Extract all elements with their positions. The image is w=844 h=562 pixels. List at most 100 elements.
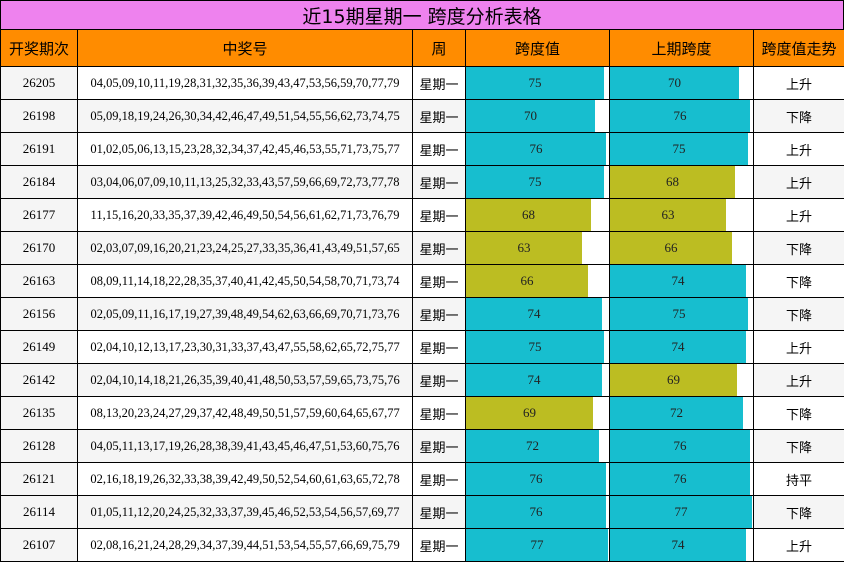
period-cell: 26128 [0,429,78,463]
prev-span-cell: 76 [609,462,754,496]
span-cell: 74 [465,363,610,397]
winning-numbers-cell: 02,08,16,21,24,28,29,34,37,39,44,51,53,5… [77,528,413,562]
table-row: 26163 08,09,11,14,18,22,28,35,37,40,41,42… [0,264,844,298]
table-row: 26121 02,16,18,19,26,32,33,38,39,42,49,50… [0,462,844,496]
prev-span-cell-value: 76 [673,438,687,453]
prev-span-cell-value: 75 [672,306,686,321]
prev-span-cell: 77 [609,495,754,529]
trend-cell: 上升 [753,528,844,562]
winning-numbers-cell: 02,16,18,19,26,32,33,38,39,42,49,50,52,5… [77,462,413,496]
winning-numbers-cell: 04,05,09,10,11,19,28,31,32,35,36,39,43,4… [77,66,413,100]
prev-span-cell: 70 [609,66,754,100]
trend-cell: 持平 [753,462,844,496]
weekday-cell: 星期一 [412,66,466,100]
header-period: 开奖期次 [0,29,78,67]
prev-span-cell: 75 [609,297,754,331]
weekday-cell: 星期一 [412,528,466,562]
prev-span-cell-value: 68 [666,174,679,189]
winning-numbers-cell: 02,04,10,14,18,21,26,35,39,40,41,48,50,5… [77,363,413,397]
span-cell-value: 70 [524,108,537,123]
winning-numbers-cell: 08,13,20,23,24,27,29,37,42,48,49,50,51,5… [77,396,413,430]
trend-cell: 下降 [753,429,844,463]
weekday-cell: 星期一 [412,330,466,364]
prev-span-cell-value: 75 [672,141,686,156]
table-row: 26191 01,02,05,06,13,15,23,28,32,34,37,42… [0,132,844,166]
span-cell-value: 72 [526,438,539,453]
span-analysis-page: 近15期星期一 跨度分析表格 开奖期次 中奖号 周 跨度值 上期跨度 跨度值走势… [0,0,844,562]
prev-span-cell-value: 77 [674,504,688,519]
table-row: 26107 02,08,16,21,24,28,29,34,37,39,44,51… [0,528,844,562]
weekday-cell: 星期一 [412,396,466,430]
trend-cell: 上升 [753,198,844,232]
period-cell: 26184 [0,165,78,199]
span-cell-value: 77 [530,537,544,552]
table-row: 26114 01,05,11,12,20,24,25,32,33,37,39,45… [0,495,844,529]
span-cell-value: 75 [528,75,542,90]
span-cell: 75 [465,66,610,100]
trend-cell: 上升 [753,66,844,100]
period-cell: 26107 [0,528,78,562]
trend-cell: 上升 [753,330,844,364]
prev-span-cell: 76 [609,99,754,133]
trend-cell: 下降 [753,495,844,529]
span-cell-value: 76 [529,141,543,156]
prev-span-cell: 76 [609,429,754,463]
winning-numbers-cell: 01,02,05,06,13,15,23,28,32,34,37,42,45,4… [77,132,413,166]
weekday-cell: 星期一 [412,495,466,529]
prev-span-cell-value: 74 [671,339,685,354]
header-week: 周 [412,29,466,67]
prev-span-cell-value: 76 [673,471,687,486]
table-row: 26149 02,04,10,12,13,17,23,30,31,33,37,43… [0,330,844,364]
span-cell: 77 [465,528,610,562]
winning-numbers-cell: 03,04,06,07,09,10,11,13,25,32,33,43,57,5… [77,165,413,199]
table-row: 26198 05,09,18,19,24,26,30,34,42,46,47,49… [0,99,844,133]
trend-cell: 下降 [753,396,844,430]
table-row: 26170 02,03,07,09,16,20,21,23,24,25,27,33… [0,231,844,265]
weekday-cell: 星期一 [412,231,466,265]
header-trend: 跨度值走势 [753,29,844,67]
period-cell: 26191 [0,132,78,166]
header-row: 开奖期次 中奖号 周 跨度值 上期跨度 跨度值走势 [0,29,844,67]
weekday-cell: 星期一 [412,165,466,199]
winning-numbers-cell: 02,04,10,12,13,17,23,30,31,33,37,43,47,5… [77,330,413,364]
weekday-cell: 星期一 [412,297,466,331]
weekday-cell: 星期一 [412,198,466,232]
prev-span-cell: 63 [609,198,754,232]
winning-numbers-cell: 02,03,07,09,16,20,21,23,24,25,27,33,35,3… [77,231,413,265]
prev-span-cell: 74 [609,330,754,364]
prev-span-cell-value: 74 [671,537,685,552]
table-row: 26142 02,04,10,14,18,21,26,35,39,40,41,48… [0,363,844,397]
span-cell-value: 76 [529,504,543,519]
span-cell-value: 66 [520,273,534,288]
span-cell: 76 [465,462,610,496]
weekday-cell: 星期一 [412,462,466,496]
prev-span-cell: 66 [609,231,754,265]
winning-numbers-cell: 04,05,11,13,17,19,26,28,38,39,41,43,45,4… [77,429,413,463]
span-cell: 70 [465,99,610,133]
table-row: 26205 04,05,09,10,11,19,28,31,32,35,36,39… [0,66,844,100]
span-cell: 63 [465,231,610,265]
trend-cell: 上升 [753,363,844,397]
trend-cell: 下降 [753,99,844,133]
span-cell: 75 [465,330,610,364]
trend-cell: 上升 [753,165,844,199]
period-cell: 26135 [0,396,78,430]
table-row: 26177 11,15,16,20,33,35,37,39,42,46,49,50… [0,198,844,232]
winning-numbers-cell: 01,05,11,12,20,24,25,32,33,37,39,45,46,5… [77,495,413,529]
winning-numbers-cell: 11,15,16,20,33,35,37,39,42,46,49,50,54,5… [77,198,413,232]
trend-cell: 上升 [753,132,844,166]
period-cell: 26142 [0,363,78,397]
span-cell-value: 69 [523,405,536,420]
period-cell: 26198 [0,99,78,133]
span-cell: 76 [465,495,610,529]
span-cell: 74 [465,297,610,331]
span-cell: 76 [465,132,610,166]
weekday-cell: 星期一 [412,132,466,166]
prev-span-cell-value: 69 [667,372,680,387]
header-numbers: 中奖号 [77,29,413,67]
period-cell: 26170 [0,231,78,265]
prev-span-cell: 74 [609,264,754,298]
span-cell-value: 74 [527,306,541,321]
trend-cell: 下降 [753,264,844,298]
table-title: 近15期星期一 跨度分析表格 [0,0,844,30]
